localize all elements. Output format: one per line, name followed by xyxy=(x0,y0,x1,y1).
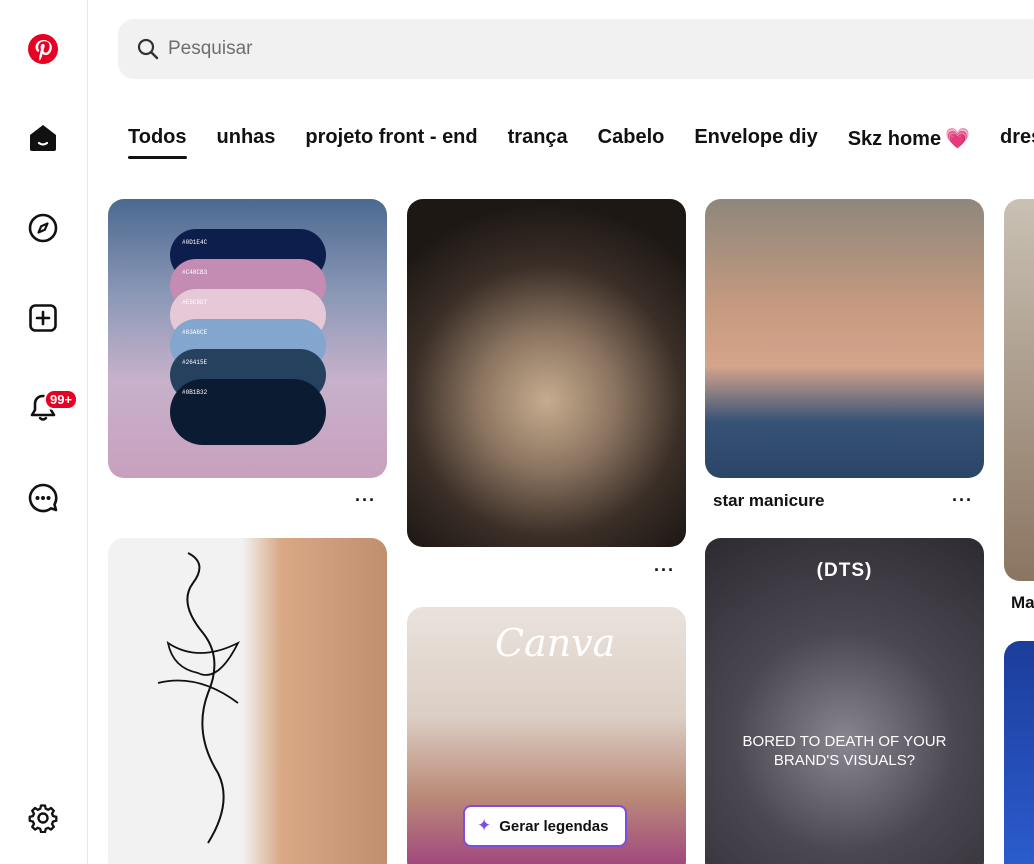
button-label: Gerar legendas xyxy=(499,817,609,835)
pin-canva-ad[interactable]: Canva ✦ Gerar legendas xyxy=(407,607,686,864)
canva-logo: Canva xyxy=(495,621,616,665)
search-bar[interactable] xyxy=(118,19,1034,79)
pin-braids-hairstyle[interactable] xyxy=(407,199,686,547)
pin-dts-ad[interactable]: (DTS) BORED TO DEATH OF YOUR BRAND'S VIS… xyxy=(705,538,984,864)
explore-icon[interactable] xyxy=(22,207,64,249)
more-options-button[interactable]: ··· xyxy=(952,490,973,511)
tab-envelope-diy[interactable]: Envelope diy xyxy=(694,126,817,159)
messages-icon[interactable] xyxy=(22,477,64,519)
tab-label: unhas xyxy=(216,126,276,148)
board-filter-tabs: Todos unhas projeto front - end trança C… xyxy=(128,126,1034,159)
dts-headline: BORED TO DEATH OF YOUR BRAND'S VISUALS? xyxy=(742,733,947,769)
pin-title: star manicure xyxy=(713,491,825,510)
more-options-button[interactable]: ··· xyxy=(355,490,376,511)
tab-label: Cabelo xyxy=(597,126,665,148)
tab-dress[interactable]: dress? xyxy=(1000,126,1034,159)
sidebar: 99+ xyxy=(0,0,88,864)
pin-star-manicure[interactable] xyxy=(705,199,984,478)
search-icon xyxy=(137,38,159,60)
tab-label: dress? xyxy=(999,126,1034,148)
pin-title: Ma xyxy=(1011,593,1034,612)
tab-cabelo[interactable]: Cabelo xyxy=(598,126,665,159)
pin-partial-blue[interactable] xyxy=(1004,641,1034,864)
notification-badge: 99+ xyxy=(44,389,79,410)
flower-sketch xyxy=(157,552,241,844)
heart-emoji: 💗 xyxy=(945,128,970,150)
settings-icon[interactable] xyxy=(22,797,64,839)
tab-tranca[interactable]: trança xyxy=(508,126,568,159)
pin-partial[interactable] xyxy=(1004,199,1034,581)
tab-unhas[interactable]: unhas xyxy=(217,126,276,159)
tab-label: Todos xyxy=(128,126,187,148)
tab-label: projeto front - end xyxy=(305,126,478,148)
dts-logo: (DTS) xyxy=(816,560,873,581)
create-icon[interactable] xyxy=(22,297,64,339)
tab-label: Envelope diy xyxy=(694,126,818,148)
pin-tattoo[interactable] xyxy=(108,538,387,864)
pin-color-palette[interactable]: #0D1E4C #C48CB3 #E5C9D7 #83A6CE #26415E … xyxy=(108,199,387,478)
more-options-button[interactable]: ··· xyxy=(654,560,675,581)
tab-skz-home[interactable]: Skz home 💗 xyxy=(848,126,970,159)
swatch: #0B1B32 xyxy=(170,379,326,445)
tab-projeto-front-end[interactable]: projeto front - end xyxy=(305,126,477,159)
tab-todos[interactable]: Todos xyxy=(128,126,187,159)
sparkle-icon: ✦ xyxy=(477,816,492,835)
home-icon[interactable] xyxy=(22,117,64,159)
search-input[interactable] xyxy=(168,38,768,60)
gerar-legendas-button[interactable]: ✦ Gerar legendas xyxy=(463,805,627,847)
tab-label: Skz home xyxy=(847,128,942,150)
tab-label: trança xyxy=(507,126,568,148)
pinterest-logo[interactable] xyxy=(22,28,64,70)
